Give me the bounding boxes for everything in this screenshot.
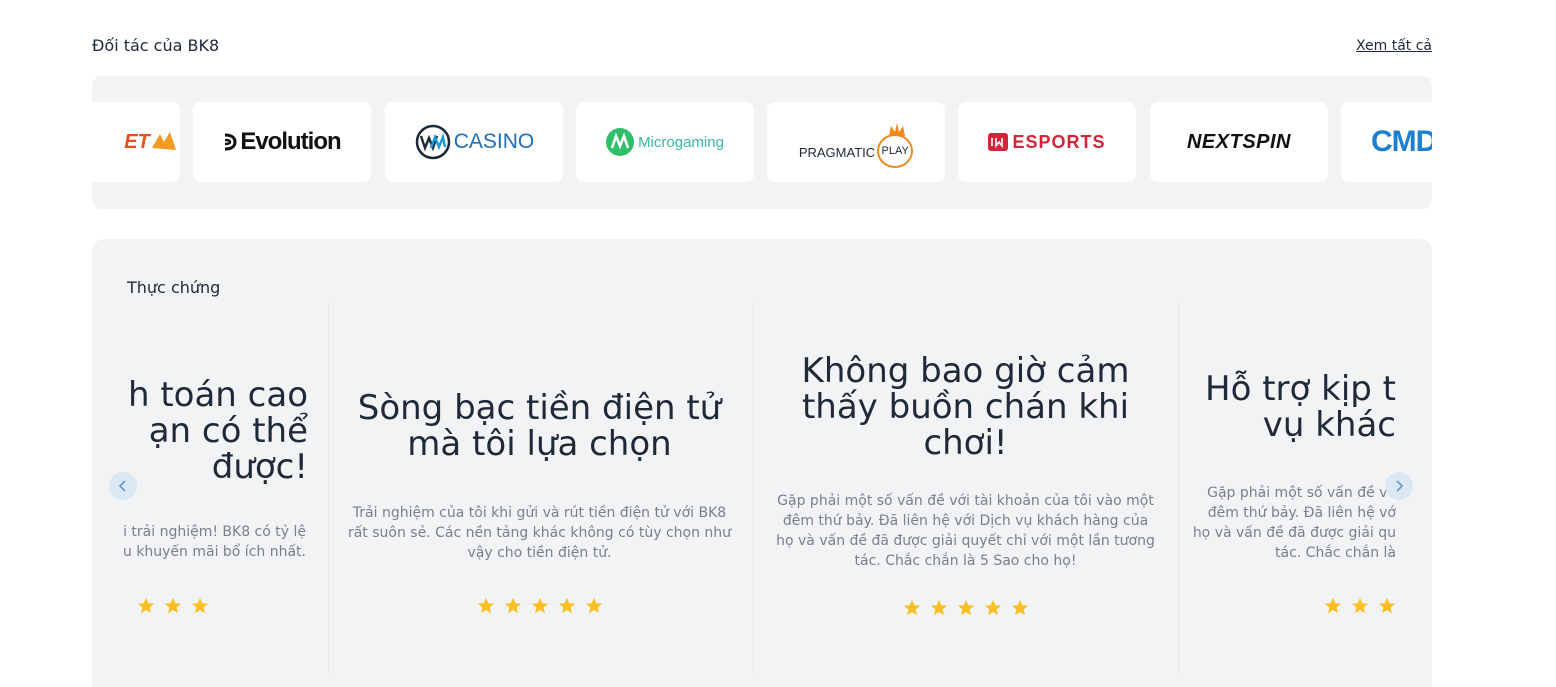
evolution-logo-text: Evolution bbox=[240, 128, 341, 155]
testimonial-text: Gặp phải một số vấn đề với tài khoản của… bbox=[776, 493, 1155, 569]
nextspin-logo-text: NEXTSPIN bbox=[1186, 130, 1292, 153]
testimonial-card: Sòng bạc tiền điện tử mà tôi lựa chọn Tr… bbox=[342, 303, 737, 673]
testimonial-text-line: Gặp phải một số vấn đề vớ bbox=[1207, 485, 1396, 501]
star-icon bbox=[930, 599, 947, 616]
cmd-logo-text: CMD bbox=[1371, 125, 1432, 158]
esports-logo-text: ESPORTS bbox=[1012, 131, 1106, 152]
partner-logo-evolution[interactable]: Evolution bbox=[193, 102, 371, 182]
testimonial-card: Không bao giờ cảm thấy buồn chán khi chơ… bbox=[768, 303, 1163, 673]
partners-carousel[interactable]: ET Evolution CASINO Microgaming PRAGMATI… bbox=[92, 76, 1432, 209]
testimonial-text-line: tác. Chắc chắn là bbox=[1275, 545, 1396, 561]
partner-logo-cmd[interactable]: CMD bbox=[1341, 102, 1432, 182]
slide-divider bbox=[328, 303, 329, 673]
partners-header: Đối tác của BK8 Xem tất cả bbox=[92, 36, 1432, 60]
testimonial-text-line: i trải nghiệm! BK8 có tỷ lệ bbox=[123, 524, 306, 540]
pragmatic-play-badge-text: PLAY bbox=[881, 145, 909, 157]
star-rating bbox=[342, 597, 737, 615]
star-icon bbox=[984, 599, 1001, 616]
testimonial-heading-line: vụ khác bbox=[1262, 405, 1396, 445]
testimonials-title: Thực chứng bbox=[127, 278, 221, 297]
star-icon bbox=[1011, 599, 1028, 616]
chevron-right-icon bbox=[1396, 480, 1404, 492]
microgaming-logo-text: Microgaming bbox=[638, 133, 724, 151]
star-icon bbox=[477, 597, 494, 614]
star-icon bbox=[903, 599, 920, 616]
testimonial-text: Gặp phải một số vấn đề vớ đêm thứ bảy. Đ… bbox=[1192, 483, 1396, 563]
star-icon bbox=[957, 599, 974, 616]
partners-title: Đối tác của BK8 bbox=[92, 36, 220, 55]
slide-divider bbox=[1178, 303, 1179, 673]
microgaming-m-icon bbox=[606, 128, 635, 156]
view-all-link[interactable]: Xem tất cả bbox=[1356, 38, 1432, 54]
chevron-left-icon bbox=[118, 480, 126, 492]
partner-logo-nextspin[interactable]: NEXTSPIN bbox=[1150, 102, 1328, 182]
testimonial-heading-line: Hỗ trợ kịp t bbox=[1205, 369, 1396, 409]
partner-logo-sbobet[interactable]: ET bbox=[92, 102, 180, 182]
star-icon bbox=[137, 597, 155, 614]
pragmatic-crown-icon bbox=[889, 123, 906, 136]
sbobet-emblem-icon bbox=[151, 132, 176, 150]
star-icon bbox=[164, 597, 182, 614]
testimonial-heading-line: h toán cao bbox=[127, 375, 308, 415]
testimonial-heading-line: ạn có thể bbox=[148, 411, 308, 451]
pragmatic-logo-text: PRAGMATIC bbox=[798, 144, 876, 160]
partner-logo-esports[interactable]: ESPORTS bbox=[958, 102, 1136, 182]
star-icon bbox=[558, 597, 575, 614]
testimonial-heading: Không bao giờ cảm thấy buồn chán khi chơ… bbox=[801, 351, 1130, 463]
sbobet-logo-text: ET bbox=[124, 130, 150, 153]
star-icon bbox=[191, 597, 209, 614]
testimonial-heading: Hỗ trợ kịp t vụ khác bbox=[1192, 371, 1396, 443]
testimonial-heading: Sòng bạc tiền điện tử mà tôi lựa chọn bbox=[357, 388, 722, 464]
testimonial-heading: h toán cao ạn có thể được! bbox=[92, 377, 322, 485]
star-icon bbox=[531, 597, 548, 614]
wm-circle-icon bbox=[415, 124, 450, 160]
evolution-swirl-icon bbox=[225, 133, 237, 151]
partner-logo-pragmatic-play[interactable]: PRAGMATIC PLAY bbox=[767, 102, 945, 182]
star-rating bbox=[768, 599, 1163, 617]
carousel-prev-button[interactable] bbox=[109, 472, 137, 500]
wm-casino-logo-text: CASINO bbox=[453, 130, 535, 153]
partner-logo-wm-casino[interactable]: CASINO bbox=[385, 102, 563, 182]
testimonial-text-line: họ và vấn đề đã được giải qu bbox=[1192, 525, 1396, 541]
star-rating bbox=[92, 597, 322, 615]
pragmatic-play-badge: PLAY bbox=[877, 123, 914, 168]
star-icon bbox=[1324, 597, 1342, 614]
testimonial-text: Trải nghiệm của tôi khi gửi và rút tiền … bbox=[347, 505, 732, 561]
star-icon bbox=[1378, 597, 1396, 614]
star-icon bbox=[585, 597, 602, 614]
carousel-next-button[interactable] bbox=[1385, 472, 1413, 500]
testimonial-text-line: đêm thứ bảy. Đã liên hệ vớ bbox=[1207, 505, 1396, 521]
star-rating bbox=[1192, 597, 1396, 615]
star-icon bbox=[504, 597, 521, 614]
testimonial-text-line: u khuyến mãi bổ ích nhất. bbox=[122, 544, 306, 560]
slide-divider bbox=[753, 303, 754, 673]
testimonials-section: Thực chứng h toán cao ạn có thể được! i … bbox=[92, 239, 1432, 687]
star-icon bbox=[1351, 597, 1369, 614]
partner-logo-microgaming[interactable]: Microgaming bbox=[576, 102, 754, 182]
testimonial-text: i trải nghiệm! BK8 có tỷ lệ u khuyến mãi… bbox=[92, 522, 322, 562]
esports-im-icon bbox=[988, 133, 1009, 151]
testimonial-card: Hỗ trợ kịp t vụ khác Gặp phải một số vấn… bbox=[1192, 303, 1396, 673]
